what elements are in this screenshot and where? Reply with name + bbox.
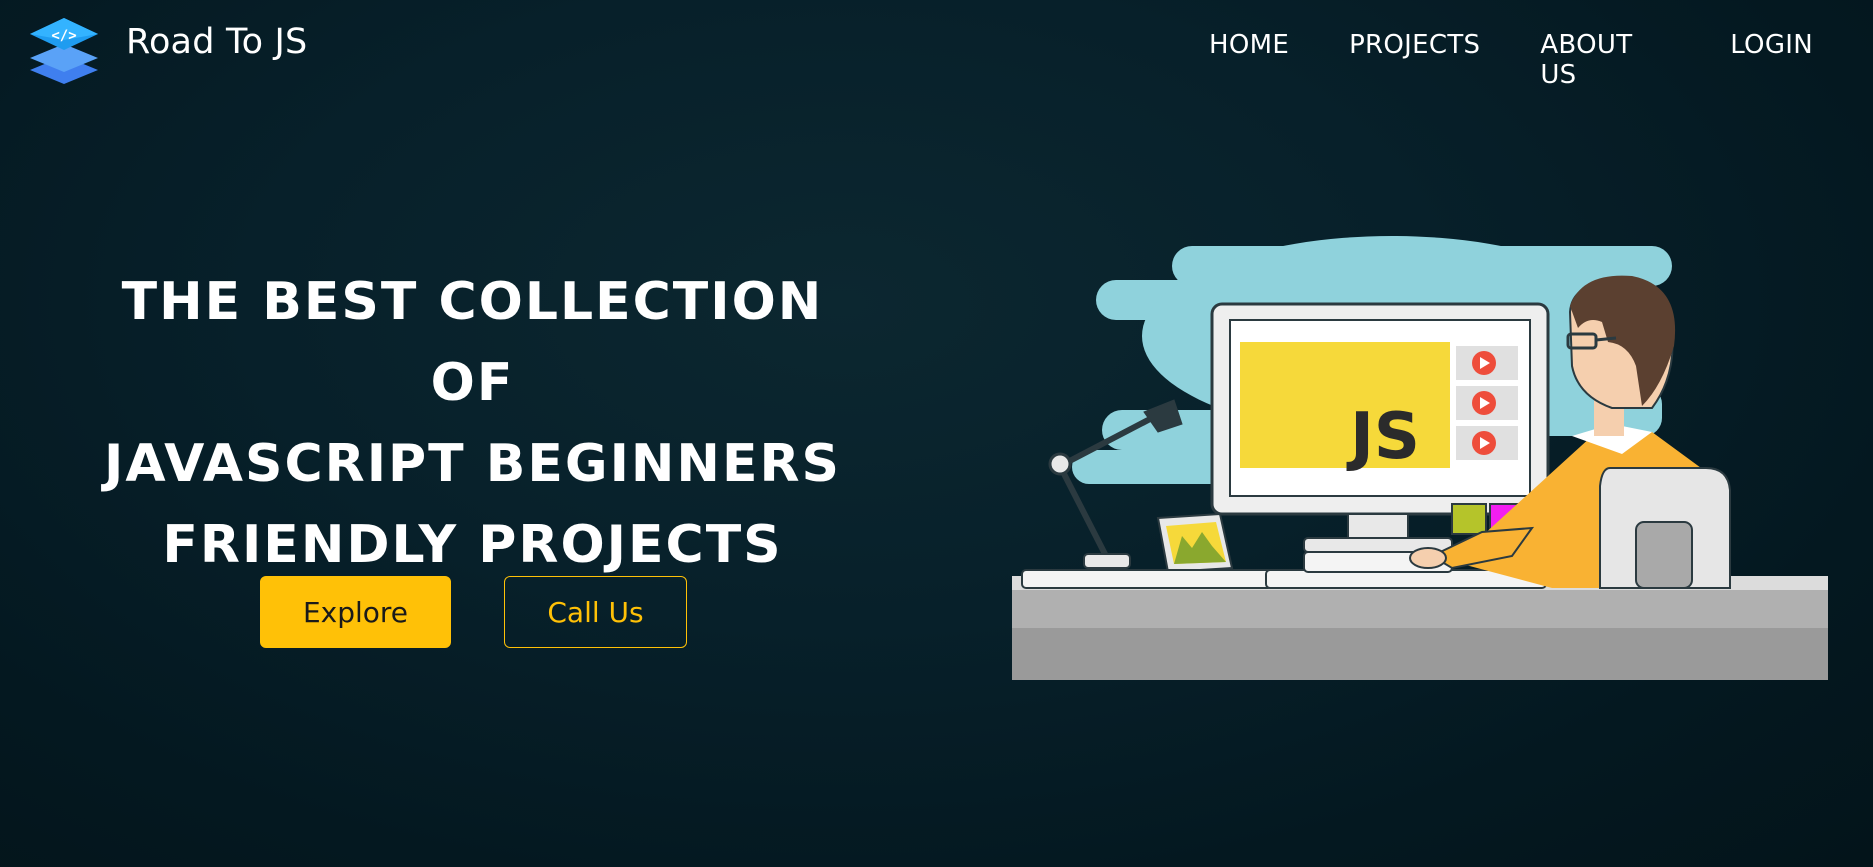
brand-name: Road To JS [126, 22, 308, 62]
brand-logo-link[interactable]: </> Road To JS [28, 16, 307, 86]
hero-title-line: FRIENDLY PROJECTS [162, 515, 783, 575]
developer-at-computer-illustration: JS [1012, 236, 1828, 680]
navbar: </> Road To JS HOME PROJECTS ABOUT US LO… [0, 0, 1873, 100]
call-us-button[interactable]: Call Us [504, 576, 687, 648]
screen-label: JS [1346, 400, 1420, 474]
nav-login[interactable]: LOGIN [1730, 30, 1813, 90]
explore-button[interactable]: Explore [260, 576, 451, 648]
hero-title-line: JAVASCRIPT BEGINNERS [104, 434, 841, 494]
nav-about-us[interactable]: ABOUT US [1540, 30, 1670, 90]
photo-frame [1156, 512, 1234, 574]
svg-text:</>: </> [51, 28, 76, 44]
landing-page: </> Road To JS HOME PROJECTS ABOUT US LO… [0, 0, 1873, 867]
video-list [1456, 346, 1518, 460]
nav-home[interactable]: HOME [1209, 30, 1289, 90]
hero-title-line: THE BEST COLLECTION OF [121, 272, 824, 413]
hero-title: THE BEST COLLECTION OF JAVASCRIPT BEGINN… [90, 262, 855, 586]
main-nav: HOME PROJECTS ABOUT US LOGIN [1209, 30, 1873, 90]
nav-projects[interactable]: PROJECTS [1349, 30, 1480, 90]
layers-code-icon: </> [28, 16, 100, 89]
